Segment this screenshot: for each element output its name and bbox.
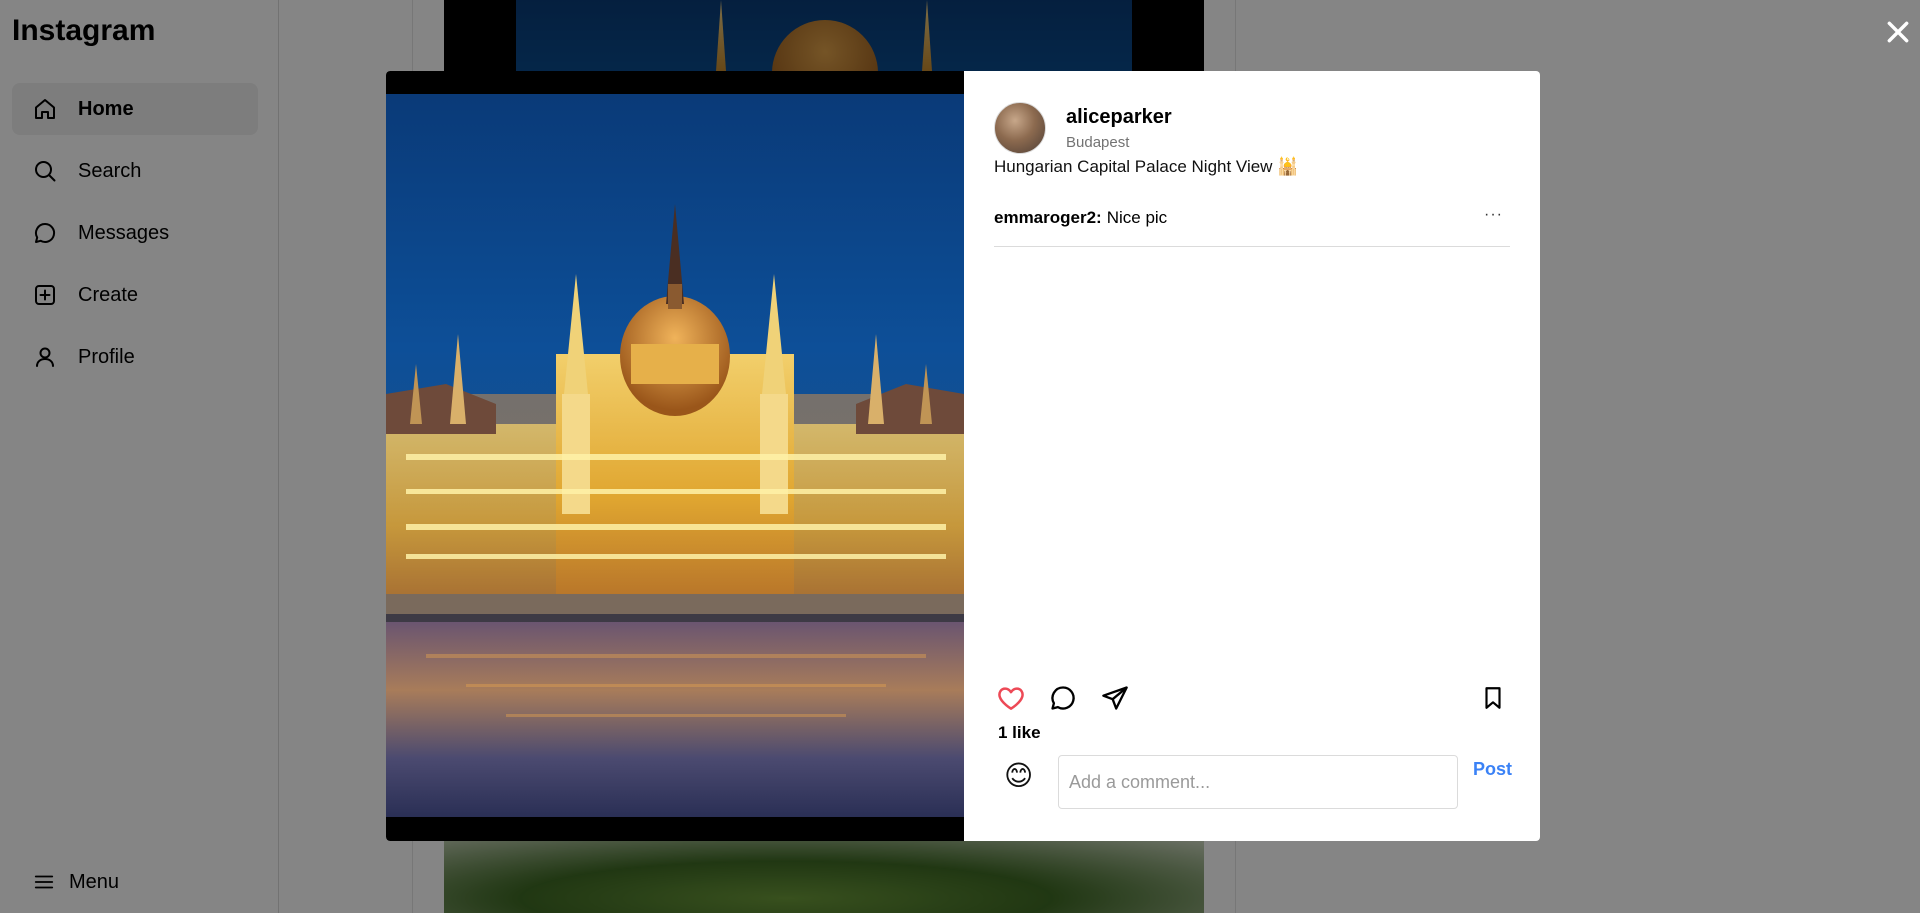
post-comment-button[interactable]: Post — [1473, 759, 1512, 780]
divider — [994, 246, 1510, 247]
post-actions — [994, 681, 1510, 717]
send-icon — [1102, 686, 1128, 710]
post-details: aliceparker Budapest Hungarian Capital P… — [964, 71, 1540, 841]
comment-text: Nice pic — [1106, 208, 1168, 227]
comment-icon — [1051, 686, 1075, 710]
post-image[interactable] — [386, 94, 964, 817]
save-button[interactable] — [1476, 681, 1510, 715]
emoji-button[interactable]: 😊 — [1004, 759, 1038, 793]
post-caption: Hungarian Capital Palace Night View 🕌 — [994, 157, 1299, 176]
close-button[interactable] — [1880, 14, 1916, 50]
heart-icon — [998, 687, 1024, 710]
post-username[interactable]: aliceparker — [1066, 106, 1172, 129]
post-location[interactable]: Budapest — [1066, 134, 1129, 151]
comment-item: emmaroger2: Nice pic — [994, 208, 1167, 228]
more-options-icon[interactable]: ··· — [1484, 206, 1503, 224]
share-button[interactable] — [1098, 681, 1132, 715]
comment-username[interactable]: emmaroger2: — [994, 208, 1102, 227]
bookmark-icon — [1485, 687, 1501, 709]
avatar[interactable] — [994, 102, 1046, 154]
parliament-illustration — [386, 204, 964, 817]
like-button[interactable] — [994, 681, 1028, 715]
post-media — [386, 71, 964, 841]
comment-button[interactable] — [1046, 681, 1080, 715]
post-modal: aliceparker Budapest Hungarian Capital P… — [386, 71, 1540, 841]
close-icon — [1887, 21, 1909, 43]
comment-input[interactable] — [1058, 755, 1458, 809]
likes-count[interactable]: 1 like — [998, 723, 1041, 743]
